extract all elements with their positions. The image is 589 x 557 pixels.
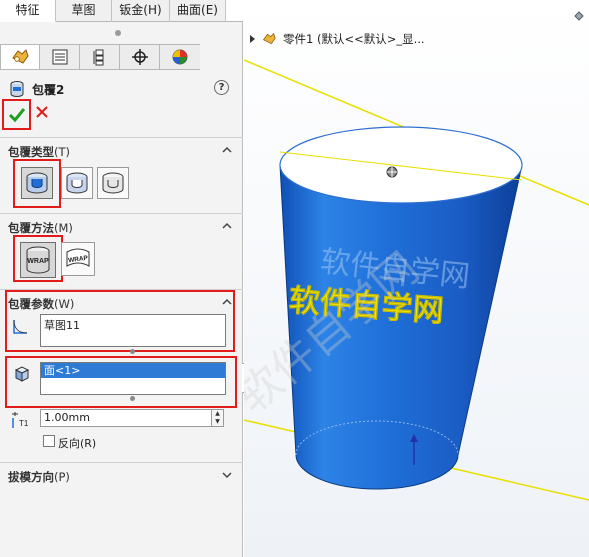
checkmark-icon bbox=[8, 107, 25, 122]
cylinder-top-face[interactable] bbox=[279, 126, 523, 204]
spin-down-icon[interactable]: ▼ bbox=[212, 418, 223, 426]
analytical-wrap-button[interactable]: WRAP bbox=[20, 242, 56, 278]
manager-tabs bbox=[0, 44, 243, 70]
ok-button[interactable] bbox=[2, 99, 31, 130]
model-viewport[interactable]: 软件自学网 软件自学网 软件自学网 bbox=[244, 0, 589, 557]
command-manager-tabs: 特征 草图 钣金(H) 曲面(E) bbox=[0, 0, 243, 22]
panel-splitter-grip[interactable] bbox=[115, 30, 121, 36]
part-icon bbox=[262, 32, 276, 45]
feature-tree-flyout[interactable]: 零件1 (默认<<默认>_显... bbox=[250, 31, 425, 47]
chevron-up-icon[interactable] bbox=[222, 220, 232, 233]
face-icon bbox=[12, 365, 30, 386]
dimxpert-icon[interactable] bbox=[120, 44, 160, 70]
chevron-up-icon[interactable] bbox=[222, 144, 232, 157]
section-divider bbox=[0, 137, 243, 138]
spin-up-icon[interactable]: ▲ bbox=[212, 410, 223, 418]
section-divider bbox=[0, 213, 243, 214]
feature-name: 包覆2 bbox=[32, 82, 65, 97]
cancel-button[interactable] bbox=[36, 106, 48, 121]
section-wrap-params-header[interactable]: 包覆参数(W) bbox=[8, 296, 74, 312]
thickness-icon: T1 bbox=[10, 410, 32, 433]
graphics-area[interactable]: 软件自学网 软件自学网 软件自学网 零件1 (默认<<默认>_显... bbox=[244, 0, 589, 557]
tab-surfaces[interactable]: 曲面(E) bbox=[170, 0, 226, 22]
deboss-icon bbox=[66, 172, 88, 194]
wrap-feature-icon bbox=[10, 81, 24, 97]
tab-sketch[interactable]: 草图 bbox=[56, 0, 112, 22]
feature-manager-icon[interactable] bbox=[0, 44, 40, 70]
spline-surface-wrap-button[interactable]: WRAP bbox=[61, 242, 95, 276]
tab-sheet-metal[interactable]: 钣金(H) bbox=[112, 0, 170, 22]
reverse-checkbox[interactable] bbox=[43, 435, 55, 447]
scribe-icon bbox=[102, 172, 124, 194]
tab-features[interactable]: 特征 bbox=[0, 0, 56, 22]
emboss-icon bbox=[26, 172, 48, 194]
feature-title: 包覆2 bbox=[8, 80, 64, 98]
view-orientation-icon[interactable] bbox=[573, 10, 585, 25]
sketch-value: 草图11 bbox=[44, 319, 80, 332]
face-selected-item[interactable]: 面<1> bbox=[41, 363, 225, 378]
wrap-flag-icon: WRAP bbox=[66, 248, 90, 267]
section-wrap-type-header[interactable]: 包覆类型(T) bbox=[8, 144, 70, 160]
face-selection-box[interactable]: 面<1> bbox=[40, 362, 226, 395]
sketch-selection-box[interactable]: 草图11 bbox=[40, 314, 226, 347]
tab-bar-filler bbox=[226, 0, 243, 21]
wrap-text: WRAP bbox=[27, 258, 49, 265]
part-name[interactable]: 零件1 (默认<<默认>_显... bbox=[283, 31, 425, 47]
expand-arrow-icon[interactable] bbox=[250, 35, 255, 43]
property-manager-panel: 特征 草图 钣金(H) 曲面(E) 包覆2 ? 包覆类型(T) 包覆方法(M) … bbox=[0, 0, 243, 557]
reverse-label: 反向(R) bbox=[58, 437, 97, 450]
thickness-input[interactable]: 1.00mm bbox=[40, 409, 212, 427]
deboss-button[interactable] bbox=[61, 167, 93, 199]
configuration-manager-icon[interactable] bbox=[80, 44, 120, 70]
section-draft-direction-header[interactable]: 拔模方向(P) bbox=[8, 469, 70, 485]
property-manager-icon[interactable] bbox=[40, 44, 80, 70]
thickness-spinner[interactable]: ▲ ▼ bbox=[212, 409, 224, 427]
emboss-button[interactable] bbox=[21, 167, 53, 199]
scribe-button[interactable] bbox=[97, 167, 129, 199]
chevron-down-icon[interactable] bbox=[222, 469, 232, 482]
sketch-origin-icon bbox=[386, 166, 398, 178]
help-icon[interactable]: ? bbox=[214, 80, 229, 95]
list-resize-grip[interactable] bbox=[130, 349, 135, 354]
display-manager-icon[interactable] bbox=[160, 44, 200, 70]
chevron-up-icon[interactable] bbox=[222, 296, 232, 309]
section-divider bbox=[0, 462, 243, 463]
wrap-cylinder-icon: WRAP bbox=[26, 246, 50, 274]
close-icon bbox=[36, 106, 48, 118]
svg-text:T1: T1 bbox=[19, 419, 29, 428]
sketch-profile-icon bbox=[11, 318, 29, 339]
list-resize-grip[interactable] bbox=[130, 396, 135, 401]
section-wrap-method-header[interactable]: 包覆方法(M) bbox=[8, 220, 73, 236]
